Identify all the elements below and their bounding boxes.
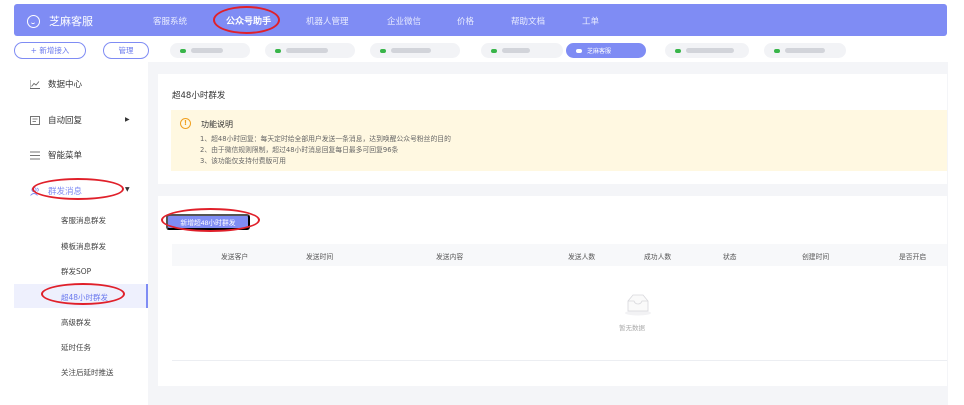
chart-line-icon	[29, 79, 40, 89]
submenu-item-delayed-task[interactable]: 延时任务	[61, 342, 91, 353]
brand[interactable]: 芝麻客服	[27, 13, 93, 29]
column-header[interactable]: 是否开启	[899, 251, 926, 261]
account-chip-active[interactable]: 芝麻客服	[566, 43, 646, 58]
empty-box-icon	[623, 292, 653, 316]
redacted-account-name	[686, 48, 734, 53]
top-nav-bar: 芝麻客服 客服系统 公众号助手 机器人管理 企业微信 价格 帮助文档 工单	[14, 4, 947, 36]
nav-item-help-docs[interactable]: 帮助文档	[511, 15, 545, 27]
redacted-account-name	[502, 48, 530, 53]
account-chip[interactable]	[481, 43, 563, 58]
sidebar-item-label: 智能菜单	[48, 151, 83, 161]
column-header[interactable]: 发送人数	[568, 251, 595, 261]
header-card: 超48小时群发 ! 功能说明 1、超48小时回复：每天定时给全部用户发送一条消息…	[158, 74, 947, 184]
sidebar-item-label: 群发消息	[48, 187, 83, 197]
wechat-icon	[275, 48, 281, 53]
account-chip[interactable]	[170, 43, 250, 58]
sidebar-item-mass-message[interactable]: 群发消息	[30, 185, 82, 197]
caret-right-icon[interactable]: ▶	[125, 116, 130, 123]
notice-line: 1、超48小时回复：每天定时给全部用户发送一条消息，达到唤醒公众号粉丝的目的	[200, 135, 451, 143]
submenu-item-template-broadcast[interactable]: 模板消息群发	[61, 241, 106, 252]
redacted-account-name	[191, 48, 223, 53]
nav-item-robot-management[interactable]: 机器人管理	[306, 15, 349, 27]
sidebar-item-label: 数据中心	[48, 80, 83, 90]
nav-item-pricing[interactable]: 价格	[457, 15, 474, 27]
sidebar-item-smart-menu[interactable]: 智能菜单	[30, 149, 82, 161]
sidebar-item-data-center[interactable]: 数据中心	[29, 78, 83, 90]
column-header[interactable]: 状态	[723, 251, 737, 261]
notice-line: 2、由于微信规则限制，超过48小时消息回复每日最多可回复96条	[200, 146, 399, 154]
column-header[interactable]: 成功人数	[644, 251, 671, 261]
info-warning-icon: !	[180, 118, 191, 129]
account-chip[interactable]	[370, 43, 460, 58]
wechat-icon	[774, 48, 780, 53]
menu-list-icon	[30, 151, 40, 160]
submenu-item-48h-broadcast[interactable]: 超48小时群发	[61, 292, 108, 303]
account-switcher-row: + 新增接入 管理 芝麻客服	[14, 41, 947, 61]
nav-item-enterprise-wechat[interactable]: 企业微信	[387, 15, 421, 27]
submenu-item-follow-delayed-push[interactable]: 关注后延时推送	[61, 367, 114, 378]
redacted-account-name	[391, 48, 431, 53]
notice-line: 3、该功能仅支持付费版可用	[200, 157, 286, 165]
wechat-icon	[675, 48, 681, 53]
page-title: 超48小时群发	[172, 91, 226, 101]
wechat-icon	[576, 48, 582, 53]
user-group-icon	[30, 186, 40, 196]
brand-logo-icon	[27, 14, 40, 28]
message-square-icon	[30, 115, 40, 125]
brand-name: 芝麻客服	[49, 15, 93, 28]
wechat-icon	[491, 48, 497, 53]
caret-down-icon[interactable]: ▼	[125, 186, 130, 193]
wechat-icon	[180, 48, 186, 53]
account-chip[interactable]	[665, 43, 749, 58]
sidebar-item-auto-reply[interactable]: 自动回复	[30, 114, 82, 126]
column-header[interactable]: 发送时间	[306, 251, 333, 261]
redacted-account-name	[785, 48, 825, 53]
nav-item-official-account-assistant[interactable]: 公众号助手	[226, 14, 271, 27]
divider	[172, 360, 947, 361]
feature-notice: ! 功能说明 1、超48小时回复：每天定时给全部用户发送一条消息，达到唤醒公众号…	[171, 110, 947, 171]
submenu-item-kefu-broadcast[interactable]: 客服消息群发	[61, 215, 106, 226]
account-chip[interactable]	[265, 43, 355, 58]
submenu-item-advanced-broadcast[interactable]: 高级群发	[61, 317, 91, 328]
sidebar-item-label: 自动回复	[48, 116, 83, 126]
sidebar: 数据中心 自动回复 ▶ 智能菜单 群发消息 ▼ 客服消息群发 模板消息群发 群发…	[14, 66, 148, 405]
wechat-icon	[380, 48, 386, 53]
add-account-button[interactable]: + 新增接入	[14, 42, 86, 59]
redacted-account-name	[286, 48, 328, 53]
submenu-item-broadcast-sop[interactable]: 群发SOP	[61, 266, 91, 277]
empty-state-text: 暂无数据	[619, 324, 645, 332]
nav-item-ticket[interactable]: 工单	[582, 15, 599, 27]
column-header[interactable]: 发送客户	[221, 251, 248, 261]
list-card: 新增超48小时群发 发送客户 发送时间 发送内容 发送人数 成功人数 状态 创建…	[158, 196, 947, 386]
add-48h-broadcast-button[interactable]: 新增超48小时群发	[166, 214, 250, 230]
notice-title: 功能说明	[201, 120, 233, 129]
nav-item-kefu-system[interactable]: 客服系统	[153, 15, 187, 27]
table-header: 发送客户 发送时间 发送内容 发送人数 成功人数 状态 创建时间 是否开启	[172, 244, 947, 266]
active-account-name: 芝麻客服	[587, 48, 612, 55]
manage-accounts-button[interactable]: 管理	[103, 42, 149, 59]
account-chip[interactable]	[764, 43, 846, 58]
column-header[interactable]: 发送内容	[436, 251, 463, 261]
column-header[interactable]: 创建时间	[802, 251, 829, 261]
